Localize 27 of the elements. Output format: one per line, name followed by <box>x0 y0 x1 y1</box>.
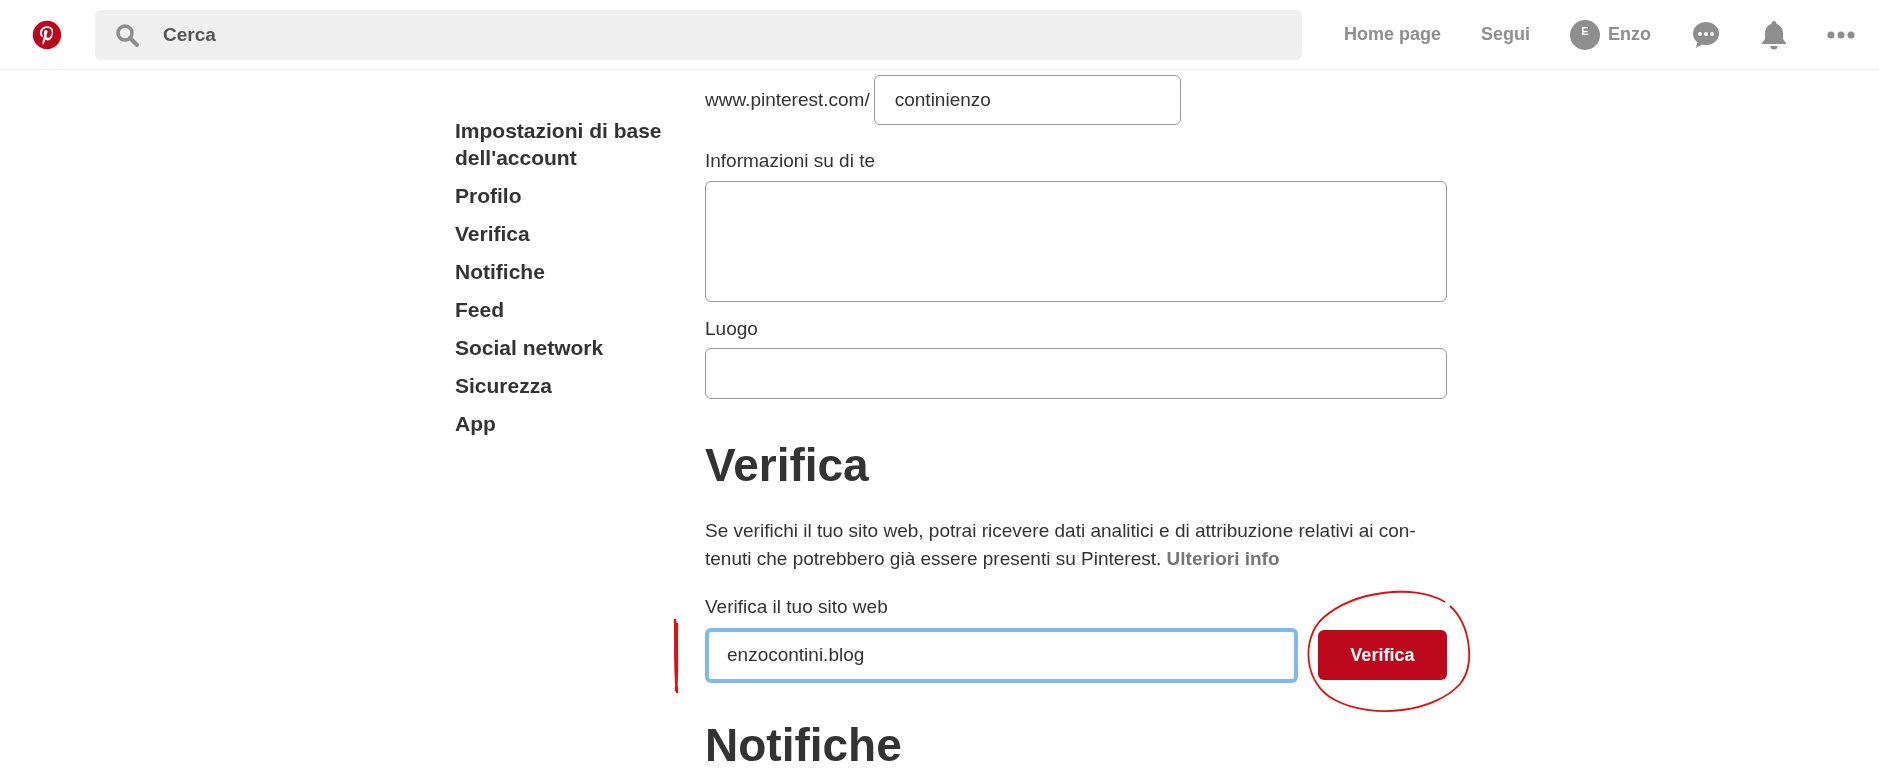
more-icon[interactable] <box>1827 30 1855 39</box>
chat-bubble-icon[interactable] <box>1691 19 1721 50</box>
sidebar-item[interactable]: Social network <box>455 334 680 361</box>
description-text: Se verifichi il tuo sito web, potrai ricevere dati analitici e di attribuzione relativi ai con- tenuti che potrebbero già essere presenti su Pinterest. Ulteriori info <box>705 519 1417 571</box>
sidebar-item[interactable]: Sicurezza <box>455 372 680 399</box>
username-field[interactable]: continienzo <box>873 75 1181 125</box>
more-info-link[interactable]: Ulteriori info <box>1166 548 1280 569</box>
sidebar-item[interactable]: Profilo <box>455 182 680 209</box>
sidebar-item[interactable]: Impostazioni di base dell'account <box>455 117 680 171</box>
verify-button[interactable]: Verifica <box>1317 630 1447 680</box>
section-heading: Verifica <box>705 438 870 493</box>
sidebar-item[interactable]: App <box>455 410 680 437</box>
search-icon <box>114 22 139 47</box>
url-prefix: www.pinterest.com/ <box>705 87 870 112</box>
field-label: Verifica il tuo sito web <box>705 595 889 619</box>
field-label: Luogo <box>705 316 759 341</box>
about-field[interactable] <box>705 180 1447 302</box>
website-field[interactable]: enzocontini.blog <box>705 627 1298 683</box>
sidebar-item[interactable]: Notifiche <box>455 258 680 285</box>
avatar-icon: E <box>1570 19 1600 50</box>
field-label: Informazioni su di te <box>705 149 877 173</box>
sidebar-item[interactable]: Feed <box>455 296 680 323</box>
search-field[interactable]: Cerca <box>94 9 1302 60</box>
location-field[interactable] <box>705 348 1447 399</box>
sidebar-item[interactable]: Verifica <box>455 220 680 247</box>
bell-icon[interactable] <box>1761 19 1787 50</box>
section-heading: Notifiche <box>705 717 903 772</box>
